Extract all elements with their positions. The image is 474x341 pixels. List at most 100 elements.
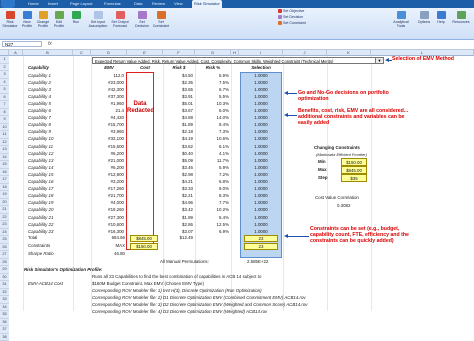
office-button[interactable] <box>1 0 15 8</box>
tab-data[interactable]: Data <box>134 0 142 8</box>
constraints-selection-cell[interactable]: 23 <box>244 243 278 250</box>
row-header[interactable]: 2 <box>0 64 9 72</box>
row-header[interactable]: 25 <box>0 236 9 244</box>
column-header[interactable]: F <box>163 50 195 56</box>
row-header[interactable]: 1 <box>0 56 9 64</box>
total-selection-cell[interactable]: 23 <box>244 235 278 242</box>
row-header[interactable]: 37 <box>0 326 9 334</box>
total-cost-cell[interactable]: $845.00 <box>130 235 158 242</box>
row-header[interactable]: 36 <box>0 319 9 327</box>
risk-simulator-button[interactable]: Risk Simulator <box>2 11 18 28</box>
row-header[interactable]: 22 <box>0 214 9 222</box>
column-header[interactable]: I <box>239 50 283 56</box>
row-header[interactable]: 20 <box>0 199 9 207</box>
change-profile-button[interactable]: Change Profile <box>36 11 50 28</box>
analytical-tools-button[interactable]: Analytical Tools <box>390 11 412 28</box>
row-header[interactable]: 9 <box>0 116 9 124</box>
small-set-decision-button[interactable]: Set Decision <box>278 15 303 20</box>
selection-value: 1.0000 <box>240 128 282 135</box>
callout-selection-emv: Selection of EMV Method <box>392 56 472 62</box>
set-objective-button[interactable]: Set Objective <box>278 9 304 14</box>
small-set-constraint-button[interactable]: Set Constraint <box>278 21 306 26</box>
row-header[interactable]: 38 <box>0 334 9 341</box>
row-header[interactable]: 10 <box>0 124 9 132</box>
risk-pct-value: 8.4% <box>195 121 229 128</box>
risk-value: $2.98 <box>163 171 193 178</box>
tab-formulas[interactable]: Formulas <box>104 0 121 8</box>
edit-profile-button[interactable]: Edit Profile <box>52 11 66 28</box>
row-header[interactable]: 24 <box>0 229 9 237</box>
row-header[interactable]: 31 <box>0 281 9 289</box>
selection-value: 1.0000 <box>240 199 282 206</box>
run-button[interactable]: Run <box>70 11 82 24</box>
tab-home[interactable]: Home <box>28 0 39 8</box>
row-header[interactable]: 18 <box>0 184 9 192</box>
set-output-forecast-button[interactable]: Set Output Forecast <box>110 11 130 28</box>
tab-view[interactable]: View <box>174 0 183 8</box>
row-header[interactable]: 27 <box>0 251 9 259</box>
new-profile-button[interactable]: New Profile <box>20 11 34 28</box>
row-header[interactable]: 35 <box>0 311 9 319</box>
row-header[interactable]: 4 <box>0 79 9 87</box>
emv-method-dropdown[interactable]: Expected Return Value Added, Risk, Retur… <box>92 57 384 64</box>
row-header[interactable]: 30 <box>0 274 9 282</box>
risk-pct-value: 4.1% <box>195 150 229 157</box>
row-header[interactable]: 29 <box>0 266 9 274</box>
options-button[interactable]: Options <box>416 11 432 24</box>
name-box[interactable]: N27 <box>2 41 42 47</box>
column-header[interactable]: G <box>195 50 231 56</box>
row-header[interactable]: 6 <box>0 94 9 102</box>
column-header[interactable]: J <box>283 50 327 56</box>
tab-page-layout[interactable]: Page Layout <box>70 0 92 8</box>
emv-value: 21.4 <box>91 107 124 114</box>
emv-value: #15,700 <box>91 121 124 128</box>
row-header[interactable]: 15 <box>0 161 9 169</box>
capability-name: Capability 13 <box>28 157 53 164</box>
row-header[interactable]: 34 <box>0 304 9 312</box>
step-value-cell[interactable]: $35 <box>341 174 367 182</box>
tab-review[interactable]: Review <box>152 0 165 8</box>
row-header[interactable]: 21 <box>0 206 9 214</box>
column-header[interactable]: B <box>23 50 73 56</box>
column-header[interactable]: C <box>73 50 91 56</box>
emv-value: #23,000 <box>91 79 124 86</box>
set-constraint-button[interactable]: Set Constraint <box>152 11 170 28</box>
column-header[interactable]: D <box>91 50 127 56</box>
row-header[interactable]: 8 <box>0 109 9 117</box>
selection-value: 1.0000 <box>240 135 282 142</box>
row-header[interactable]: 12 <box>0 139 9 147</box>
set-input-assumption-button[interactable]: Set Input Assumption <box>88 11 108 28</box>
dropdown-arrow-icon[interactable]: ▼ <box>375 57 384 64</box>
row-header[interactable]: 14 <box>0 154 9 162</box>
constraints-cost-cell[interactable]: $150.00 <box>130 243 158 250</box>
row-header[interactable]: 3 <box>0 71 9 79</box>
selection-value: 1.0000 <box>240 143 282 150</box>
max-value-cell[interactable]: $845.00 <box>341 166 367 174</box>
capability-name: Capability 1 <box>28 72 51 79</box>
column-header[interactable]: H <box>231 50 239 56</box>
resources-button[interactable]: Resources <box>450 11 472 24</box>
row-header[interactable]: 26 <box>0 244 9 252</box>
row-header[interactable]: 19 <box>0 191 9 199</box>
row-header[interactable]: 11 <box>0 131 9 139</box>
help-button[interactable]: Help <box>434 11 448 24</box>
capability-name: Capability 8 <box>28 121 51 128</box>
min-value-cell[interactable]: $150.00 <box>341 158 367 166</box>
row-header[interactable]: 23 <box>0 221 9 229</box>
row-header[interactable]: 32 <box>0 289 9 297</box>
column-header[interactable]: A <box>9 50 23 56</box>
column-header[interactable]: K <box>327 50 371 56</box>
row-header[interactable]: 7 <box>0 101 9 109</box>
tab-risk-simulator[interactable]: Risk Simulator <box>192 0 222 8</box>
risk-value: $4.21 <box>163 178 193 185</box>
risk-value: $3.65 <box>163 86 193 93</box>
tab-insert[interactable]: Insert <box>48 0 58 8</box>
row-header[interactable]: 16 <box>0 169 9 177</box>
row-header[interactable]: 17 <box>0 176 9 184</box>
row-header[interactable]: 13 <box>0 146 9 154</box>
row-header[interactable]: 28 <box>0 259 9 267</box>
column-header[interactable]: E <box>127 50 163 56</box>
row-header[interactable]: 5 <box>0 86 9 94</box>
set-decision-button[interactable]: Set Decision <box>134 11 150 28</box>
row-header[interactable]: 33 <box>0 296 9 304</box>
